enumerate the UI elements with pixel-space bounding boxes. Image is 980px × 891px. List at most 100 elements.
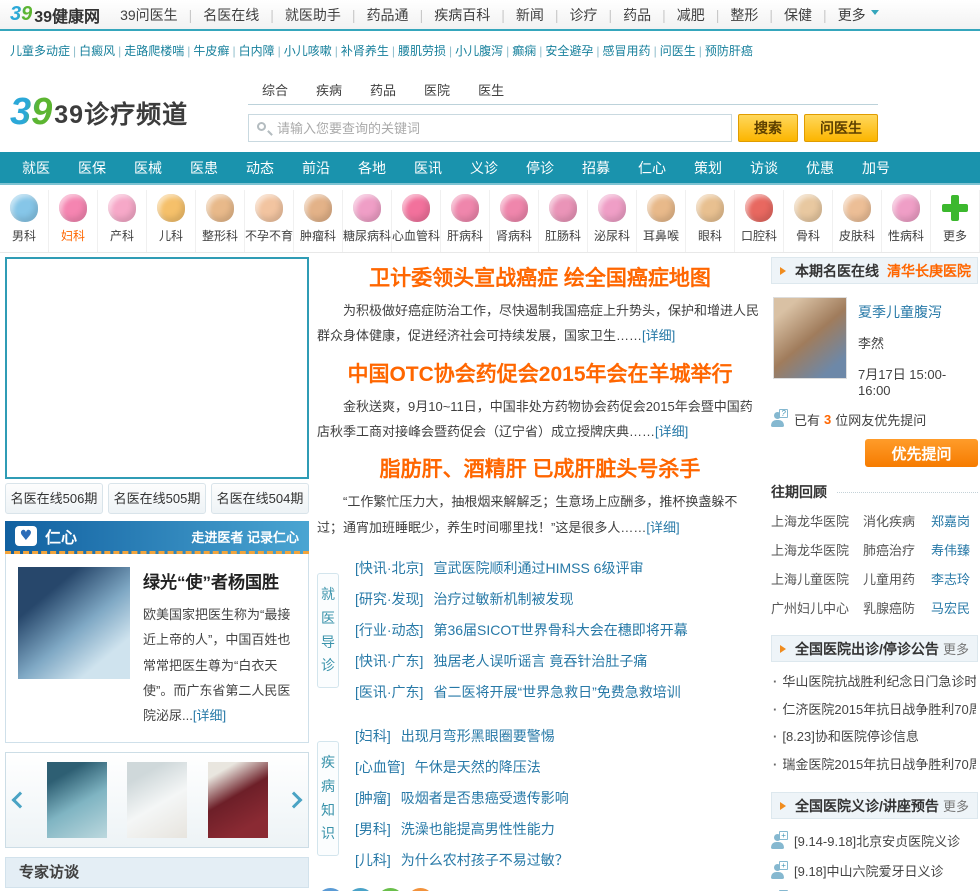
topbar-link[interactable]: 名医在线 [178, 5, 259, 25]
department-more[interactable]: 更多 [931, 190, 980, 252]
hot-keyword-link[interactable]: 腰肌劳损 [389, 42, 446, 59]
video-episode-tab[interactable]: 名医在线504期 [211, 483, 309, 514]
news-item[interactable]: [快讯·北京] 宣武医院顺利通过HIMSS 6级评审 [355, 553, 763, 584]
department-item[interactable]: 心血管科 [392, 190, 441, 252]
hot-keyword-link[interactable]: 小儿咳嗽 [275, 42, 332, 59]
topbar-link[interactable]: 新闻 [490, 5, 544, 25]
guide-tab[interactable]: 就医导诊 [317, 572, 339, 689]
department-item[interactable]: 产科 [98, 190, 147, 252]
search-tab[interactable]: 医生 [464, 75, 518, 104]
priority-ask-button[interactable]: 优先提问 [865, 439, 978, 467]
detail-link[interactable]: [详细] [655, 424, 688, 439]
main-nav-item[interactable]: 就医 [22, 158, 50, 178]
hot-keyword-link[interactable]: 小儿腹泻 [446, 42, 503, 59]
hot-keyword-link[interactable]: 预防肝癌 [696, 42, 753, 59]
department-item[interactable]: 性病科 [882, 190, 931, 252]
carousel-thumb[interactable] [127, 761, 187, 838]
hot-keyword-link[interactable]: 牛皮癣 [184, 42, 229, 59]
video-episode-tab[interactable]: 名医在线506期 [5, 483, 103, 514]
disease-tab[interactable]: 疾病知识 [317, 740, 339, 857]
search-tab[interactable]: 药品 [356, 75, 410, 104]
news-item[interactable]: [医讯·广东] 省二医将开展“世界急救日”免费急救培训 [355, 677, 763, 708]
main-nav-item[interactable]: 招募 [582, 158, 610, 178]
carousel-next-icon[interactable] [285, 791, 303, 809]
renxin-title[interactable]: 仁心 [45, 524, 77, 548]
news-item[interactable]: [研究·发现] 治疗过敏新机制被发现 [355, 584, 763, 615]
topbar-more[interactable]: 更多 [812, 5, 879, 25]
hot-keyword-link[interactable]: 补肾养生 [332, 42, 389, 59]
renxin-article-title[interactable]: 绿光“使”者杨国胜 [143, 568, 296, 593]
department-item[interactable]: 儿科 [147, 190, 196, 252]
past-doctor-link[interactable]: 寿伟臻 [931, 536, 970, 565]
past-doctor-link[interactable]: 郑嘉岗 [931, 507, 970, 536]
carousel-thumb[interactable] [46, 761, 107, 838]
main-nav-item[interactable]: 策划 [694, 158, 722, 178]
main-nav-item[interactable]: 各地 [358, 158, 386, 178]
news-item[interactable]: [儿科] 为什么农村孩子不易过敏？ [355, 845, 763, 876]
site-logo[interactable]: 39健康网 [34, 3, 100, 27]
main-nav-item[interactable]: 优惠 [806, 158, 834, 178]
topbar-link[interactable]: 疾病百科 [409, 5, 490, 25]
carousel-thumb[interactable] [207, 761, 268, 838]
hot-keyword-link[interactable]: 走路爬楼喘 [115, 42, 184, 59]
department-item[interactable]: 肝病科 [441, 190, 490, 252]
video-player-box[interactable] [5, 257, 309, 479]
search-button[interactable]: 搜索 [738, 114, 798, 142]
department-item[interactable]: 男科 [0, 190, 49, 252]
news-item[interactable]: [男科] 洗澡也能提高男性性能力 [355, 814, 763, 845]
department-item[interactable]: 骨科 [784, 190, 833, 252]
ask-doctor-button[interactable]: 问医生 [804, 114, 878, 142]
department-item[interactable]: 不孕不育 [245, 190, 294, 252]
topbar-link[interactable]: 减肥 [651, 5, 705, 25]
department-item[interactable]: 口腔科 [735, 190, 784, 252]
channel-logo[interactable]: 39 39诊疗频道 [10, 75, 248, 142]
notice-more-link[interactable]: 更多 [943, 639, 969, 658]
news-item[interactable]: [行业·动态] 第36届SICOT世界骨科大会在穗即将开幕 [355, 615, 763, 646]
renxin-doctor-photo[interactable] [18, 567, 130, 679]
department-item[interactable]: 肾病科 [490, 190, 539, 252]
doctor-online-title[interactable]: 本期名医在线 [795, 261, 879, 281]
department-item[interactable]: 肛肠科 [539, 190, 588, 252]
notice-title[interactable]: 全国医院出诊/停诊公告 [795, 639, 939, 659]
search-tab[interactable]: 疾病 [302, 75, 356, 104]
headline-title[interactable]: 中国OTC协会药促会2015年会在羊城举行 [317, 358, 763, 388]
notice-item[interactable]: 华山医院抗战胜利纪念日门急诊时 [773, 668, 976, 696]
main-nav-item[interactable]: 前沿 [302, 158, 330, 178]
past-doctor-link[interactable]: 李志玲 [931, 565, 970, 594]
department-item[interactable]: 泌尿科 [588, 190, 637, 252]
main-nav-item[interactable]: 动态 [246, 158, 274, 178]
notice-item[interactable]: 瑞金医院2015年抗日战争胜利70周 [773, 751, 976, 779]
main-nav-item[interactable]: 医保 [78, 158, 106, 178]
hot-keyword-link[interactable]: 儿童多动症 [10, 42, 70, 59]
news-item[interactable]: [妇科] 出现月弯形黑眼圈要警惕 [355, 721, 763, 752]
hot-keyword-link[interactable]: 感冒用药 [593, 42, 651, 59]
main-nav-item[interactable]: 停诊 [526, 158, 554, 178]
lecture-title[interactable]: 全国医院义诊/讲座预告 [795, 796, 939, 816]
department-item[interactable]: 妇科 [49, 190, 98, 252]
headline-title[interactable]: 卫计委领头宣战癌症 绘全国癌症地图 [317, 262, 763, 292]
lecture-item[interactable]: 长征医院脊柱与微创治疗讲堂 [771, 886, 978, 891]
notice-item[interactable]: [8.23]协和医院停诊信息 [773, 723, 976, 751]
department-item[interactable]: 整形科 [196, 190, 245, 252]
search-tab[interactable]: 医院 [410, 75, 464, 104]
department-item[interactable]: 皮肤科 [833, 190, 882, 252]
search-input[interactable] [248, 114, 732, 142]
hot-keyword-link[interactable]: 安全避孕 [536, 42, 593, 59]
topbar-link[interactable]: 39问医生 [120, 5, 178, 25]
detail-link[interactable]: [详细] [642, 328, 675, 343]
department-item[interactable]: 糖尿病科 [343, 190, 392, 252]
topbar-link[interactable]: 整形 [705, 5, 758, 25]
video-episode-tab[interactable]: 名医在线505期 [108, 483, 206, 514]
hot-keyword-link[interactable]: 白癜风 [70, 42, 115, 59]
topbar-link[interactable]: 保健 [758, 5, 812, 25]
hot-keyword-link[interactable]: 白内障 [229, 42, 275, 59]
search-tab[interactable]: 综合 [248, 75, 302, 104]
topbar-link[interactable]: 诊疗 [544, 5, 597, 25]
expert-interview-title[interactable]: 专家访谈 [5, 856, 309, 888]
main-nav-item[interactable]: 义诊 [470, 158, 498, 178]
main-nav-item[interactable]: 医讯 [414, 158, 442, 178]
department-item[interactable]: 耳鼻喉 [637, 190, 686, 252]
main-nav-item[interactable]: 加号 [862, 158, 890, 178]
main-nav-item[interactable]: 医患 [190, 158, 218, 178]
lecture-item[interactable]: [9.18]中山六院爱牙日义诊 [771, 857, 978, 887]
